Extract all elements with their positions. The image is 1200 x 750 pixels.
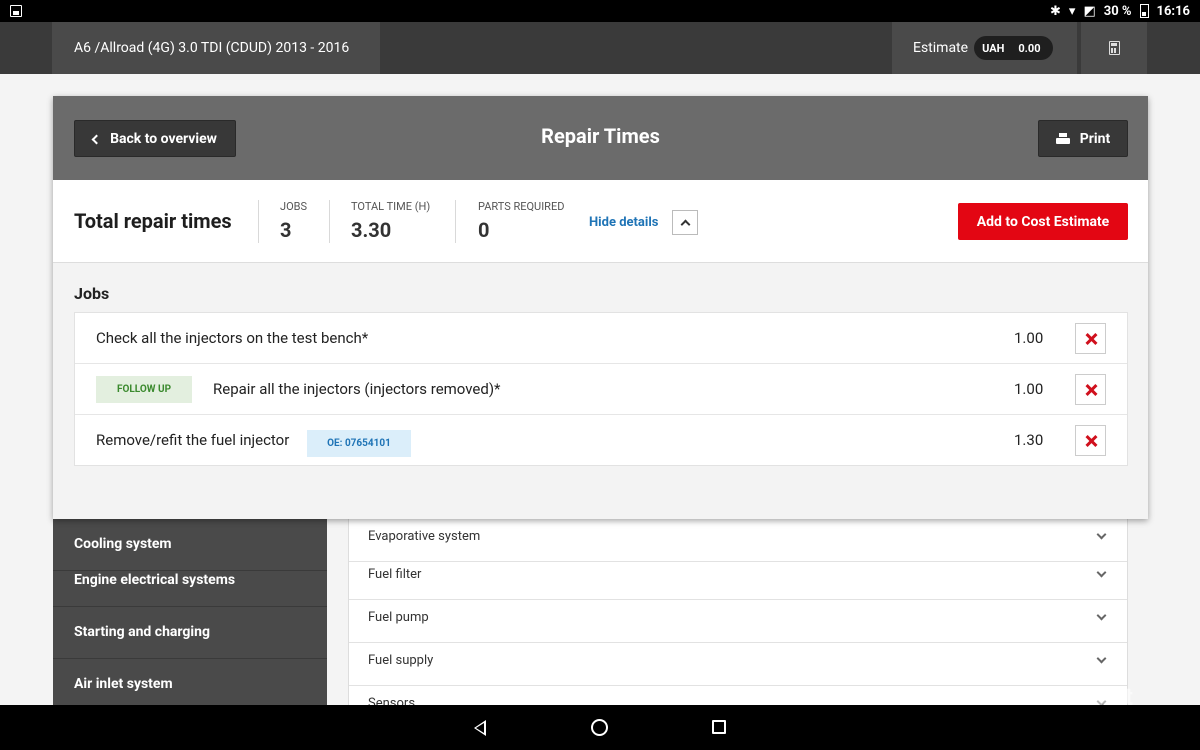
chevron-up-icon xyxy=(680,219,690,230)
nav-recents-icon[interactable] xyxy=(712,720,726,734)
job-description: Repair all the injectors (injectors remo… xyxy=(213,380,501,398)
job-description: Check all the injectors on the test benc… xyxy=(96,329,369,347)
job-time: 1.30 xyxy=(1014,431,1044,449)
estimate-button[interactable]: Estimate UAH 0.00 xyxy=(892,22,1077,74)
status-bar: ✱ ▾ ◩ 30 % 16:16 xyxy=(0,0,1200,22)
dialog-header: Back to overview Repair Times Print xyxy=(53,96,1148,180)
total-time-value: 3.30 xyxy=(351,218,392,242)
clock: 16:16 xyxy=(1156,3,1191,19)
divider xyxy=(258,200,259,243)
job-row: Remove/refit the fuel injector OE: 07654… xyxy=(75,415,1127,466)
list-item[interactable]: Fuel supply xyxy=(349,643,1127,686)
sidebar-item-starting-charging[interactable]: Starting and charging xyxy=(53,607,327,659)
print-button-label: Print xyxy=(1079,130,1111,147)
estimate-value: 0.00 xyxy=(1018,41,1041,55)
summary-title: Total repair times xyxy=(74,209,232,233)
vehicle-label: A6 /Allroad (4G) 3.0 TDI (CDUD) 2013 - 2… xyxy=(74,40,350,56)
list-item-label: Fuel supply xyxy=(368,653,434,668)
list-item-label: Sensors xyxy=(368,696,416,705)
repair-times-dialog: Back to overview Repair Times Print Tota… xyxy=(53,96,1148,519)
printer-icon xyxy=(1055,133,1070,144)
list-item[interactable]: Evaporative system xyxy=(349,519,1127,562)
remove-job-button[interactable] xyxy=(1075,323,1106,354)
sidebar-item-label: Engine electrical systems xyxy=(74,572,236,588)
estimate-currency: UAH xyxy=(982,41,1005,55)
close-icon xyxy=(1085,333,1097,345)
jobs-count: 3 xyxy=(280,218,292,242)
jobs-list: Check all the injectors on the test benc… xyxy=(74,312,1128,466)
calculator-button[interactable] xyxy=(1081,22,1147,74)
chevron-down-icon xyxy=(1096,653,1107,664)
android-navigation-bar xyxy=(0,705,1200,750)
chevron-down-icon xyxy=(1096,567,1107,578)
total-time-label: TOTAL TIME (H) xyxy=(351,200,431,213)
follow-up-badge: FOLLOW UP xyxy=(96,376,192,403)
sidebar-item-label: Starting and charging xyxy=(74,624,210,640)
battery-icon xyxy=(1139,4,1149,18)
watermark: skelbiu.lt xyxy=(1025,683,1134,711)
jobs-label: JOBS xyxy=(280,200,308,213)
list-item-label: Evaporative system xyxy=(368,529,481,544)
parts-required-label: PARTS REQUIRED xyxy=(478,200,565,213)
close-icon xyxy=(1085,384,1097,396)
calculator-icon xyxy=(1108,41,1120,55)
collapse-details-button[interactable] xyxy=(672,210,698,235)
divider xyxy=(329,200,330,243)
list-item[interactable]: Fuel pump xyxy=(349,600,1127,643)
battery-percent: 30 % xyxy=(1103,3,1132,19)
job-row: Check all the injectors on the test benc… xyxy=(75,313,1127,364)
category-sidebar: Cooling system Engine electrical systems… xyxy=(53,519,327,711)
list-item-label: Fuel filter xyxy=(368,567,422,582)
estimate-label: Estimate xyxy=(913,40,969,56)
parts-required-value: 0 xyxy=(478,218,490,242)
close-icon xyxy=(1085,435,1097,447)
estimate-total-pill: UAH 0.00 xyxy=(974,36,1053,60)
list-item[interactable]: Sensors xyxy=(349,686,1127,705)
divider xyxy=(455,200,456,243)
bluetooth-icon: ✱ xyxy=(1050,3,1061,19)
app-top-bar: A6 /Allroad (4G) 3.0 TDI (CDUD) 2013 - 2… xyxy=(0,22,1200,74)
sidebar-item-label: Air inlet system xyxy=(74,676,173,692)
repair-summary: Total repair times JOBS 3 TOTAL TIME (H)… xyxy=(53,180,1148,263)
print-button[interactable]: Print xyxy=(1038,120,1128,157)
status-bar-right: ✱ ▾ ◩ 30 % 16:16 xyxy=(1050,4,1190,19)
dialog-title: Repair Times xyxy=(541,124,660,148)
remove-job-button[interactable] xyxy=(1075,374,1106,405)
job-row: FOLLOW UP Repair all the injectors (inje… xyxy=(75,364,1127,415)
job-description: Remove/refit the fuel injector xyxy=(96,431,290,449)
sidebar-item-air-inlet[interactable]: Air inlet system xyxy=(53,659,327,711)
no-sim-icon: ◩ xyxy=(1083,3,1096,19)
job-time: 1.00 xyxy=(1014,329,1044,347)
chevron-down-icon xyxy=(1096,529,1107,540)
add-to-cost-estimate-button[interactable]: Add to Cost Estimate xyxy=(958,203,1128,240)
sidebar-item-label: Cooling system xyxy=(74,536,172,552)
list-item[interactable]: Fuel filter xyxy=(349,557,1127,600)
remove-job-button[interactable] xyxy=(1075,425,1106,456)
hide-details-link[interactable]: Hide details xyxy=(589,215,658,230)
jobs-heading: Jobs xyxy=(74,284,110,303)
job-time: 1.00 xyxy=(1014,380,1044,398)
chevron-down-icon xyxy=(1096,610,1107,621)
image-notification-icon xyxy=(10,5,22,17)
sidebar-item-engine-electrical[interactable]: Engine electrical systems xyxy=(53,555,327,607)
vehicle-selector[interactable]: A6 /Allroad (4G) 3.0 TDI (CDUD) 2013 - 2… xyxy=(52,22,380,74)
list-item-label: Fuel pump xyxy=(368,610,429,625)
nav-home-icon[interactable] xyxy=(591,719,608,736)
oe-number-badge: OE: 07654101 xyxy=(307,430,411,457)
nav-back-icon[interactable] xyxy=(474,720,486,736)
wifi-icon: ▾ xyxy=(1068,3,1076,19)
subcategory-list: Evaporative system Fuel filter Fuel pump… xyxy=(348,519,1128,705)
